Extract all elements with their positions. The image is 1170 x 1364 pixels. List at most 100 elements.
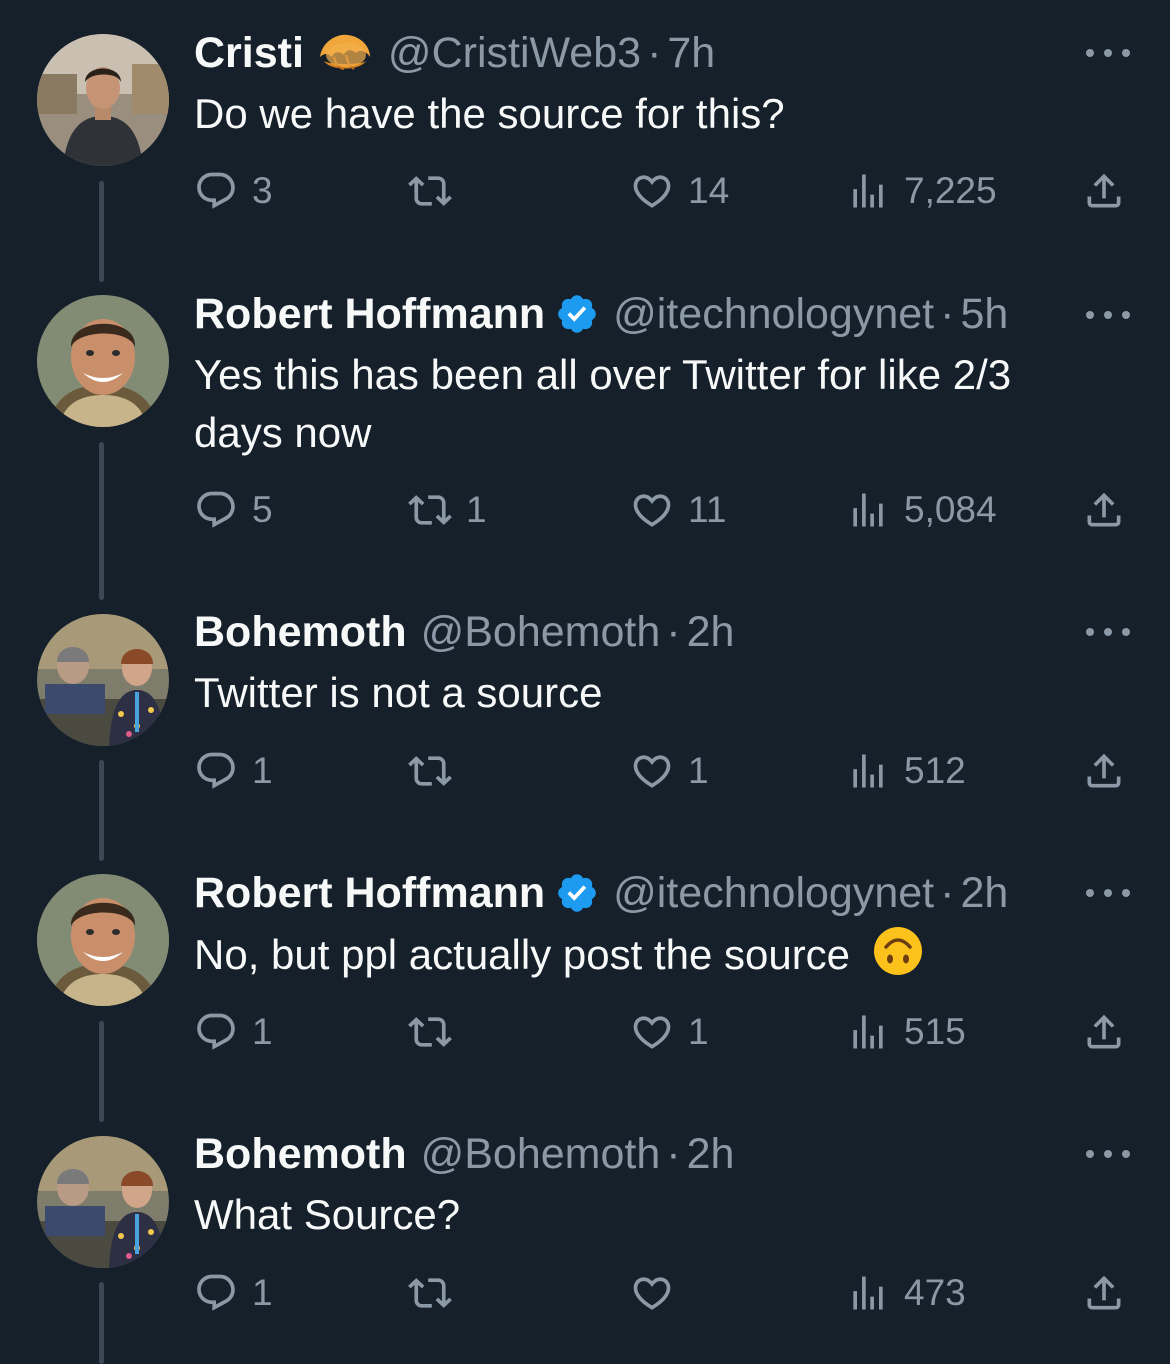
- author-handle[interactable]: @Bohemoth: [421, 1128, 661, 1180]
- tweet-header: Cristi @CristiWeb3 · 7h: [194, 27, 715, 79]
- tweet-header: Bohemoth @Bohemoth · 2h: [194, 1128, 734, 1180]
- thread-line: [99, 760, 104, 861]
- like-count: 11: [688, 489, 727, 530]
- views-button[interactable]: 515: [846, 1007, 966, 1057]
- share-button[interactable]: [1082, 485, 1126, 535]
- upside-down-face-emoji: [872, 925, 924, 977]
- views-chart-icon: [846, 749, 890, 793]
- views-chart-icon: [846, 488, 890, 532]
- author-name[interactable]: Robert Hoffmann: [194, 867, 545, 919]
- share-button[interactable]: [1082, 166, 1126, 216]
- separator-dot: ·: [940, 869, 955, 917]
- tweet-header: Robert Hoffmann @itechnologynet · 2h: [194, 867, 1008, 919]
- timestamp[interactable]: 7h: [667, 27, 715, 79]
- avatar[interactable]: [37, 1136, 169, 1268]
- author-handle[interactable]: @itechnologynet: [613, 288, 934, 340]
- views-button[interactable]: 7,225: [846, 166, 997, 216]
- author-handle[interactable]: @Bohemoth: [421, 606, 661, 658]
- tweet-text-container: No, but ppl actually post the source: [194, 925, 1114, 984]
- tweet-text: No, but ppl actually post the source: [194, 931, 851, 978]
- more-options-icon[interactable]: [1086, 622, 1130, 642]
- tweet-actions: 1 1 515: [194, 1007, 1134, 1057]
- croissant-emoji: [316, 27, 374, 79]
- verified-badge-icon[interactable]: [555, 871, 599, 915]
- retweet-icon: [408, 1271, 452, 1315]
- view-count: 7,225: [904, 170, 997, 211]
- timestamp[interactable]: 2h: [960, 867, 1008, 919]
- more-options-icon[interactable]: [1086, 1144, 1130, 1164]
- retweet-icon: [408, 488, 452, 532]
- separator-dot: ·: [647, 29, 662, 77]
- like-button[interactable]: [630, 1268, 688, 1318]
- thread-line: [99, 1021, 104, 1122]
- heart-icon: [630, 1271, 674, 1315]
- share-button[interactable]: [1082, 1007, 1126, 1057]
- like-count: 1: [688, 1011, 709, 1052]
- author-handle[interactable]: @CristiWeb3: [388, 27, 641, 79]
- reply-button[interactable]: 1: [194, 1268, 273, 1318]
- reply-button[interactable]: 1: [194, 746, 273, 796]
- avatar[interactable]: [37, 874, 169, 1006]
- avatar[interactable]: [37, 295, 169, 427]
- reply-icon: [194, 749, 238, 793]
- retweet-icon: [408, 169, 452, 213]
- thread-line: [99, 1282, 104, 1364]
- avatar[interactable]: [37, 614, 169, 746]
- reply-icon: [194, 488, 238, 532]
- view-count: 515: [904, 1011, 966, 1052]
- share-icon: [1082, 1010, 1126, 1054]
- more-options-icon[interactable]: [1086, 305, 1130, 325]
- like-button[interactable]: 11: [630, 485, 726, 535]
- tweet-text: Twitter is not a source: [194, 669, 603, 716]
- share-icon: [1082, 169, 1126, 213]
- tweet-actions: 1 473: [194, 1268, 1134, 1318]
- reply-button[interactable]: 5: [194, 485, 273, 535]
- author-name[interactable]: Cristi: [194, 27, 304, 79]
- heart-icon: [630, 169, 674, 213]
- avatar-image: [37, 874, 169, 1006]
- timestamp[interactable]: 2h: [687, 1128, 735, 1180]
- share-button[interactable]: [1082, 746, 1126, 796]
- thread-line: [99, 442, 104, 600]
- views-button[interactable]: 473: [846, 1268, 966, 1318]
- retweet-icon: [408, 749, 452, 793]
- like-button[interactable]: 1: [630, 1007, 709, 1057]
- retweet-button[interactable]: 1: [408, 485, 487, 535]
- like-button[interactable]: 1: [630, 746, 709, 796]
- avatar[interactable]: [37, 34, 169, 166]
- tweet-actions: 1 1 512: [194, 746, 1134, 796]
- author-name[interactable]: Bohemoth: [194, 1128, 407, 1180]
- views-button[interactable]: 512: [846, 746, 966, 796]
- reply-icon: [194, 169, 238, 213]
- author-name[interactable]: Robert Hoffmann: [194, 288, 545, 340]
- reply-button[interactable]: 1: [194, 1007, 273, 1057]
- like-button[interactable]: 14: [630, 166, 729, 216]
- retweet-button[interactable]: [408, 166, 466, 216]
- separator-dot: ·: [940, 290, 955, 338]
- author-name[interactable]: Bohemoth: [194, 606, 407, 658]
- timestamp[interactable]: 2h: [687, 606, 735, 658]
- reply-button[interactable]: 3: [194, 166, 273, 216]
- timestamp[interactable]: 5h: [960, 288, 1008, 340]
- retweet-icon: [408, 1010, 452, 1054]
- tweet-text: Do we have the source for this?: [194, 90, 785, 137]
- views-chart-icon: [846, 1010, 890, 1054]
- verified-badge-icon[interactable]: [555, 292, 599, 336]
- view-count: 512: [904, 750, 966, 791]
- views-button[interactable]: 5,084: [846, 485, 997, 535]
- retweet-button[interactable]: [408, 1268, 466, 1318]
- tweet-text: Yes this has been all over Twitter for l…: [194, 351, 1012, 456]
- more-options-icon[interactable]: [1086, 43, 1130, 63]
- reply-count: 1: [252, 750, 273, 791]
- retweet-button[interactable]: [408, 1007, 466, 1057]
- share-button[interactable]: [1082, 1268, 1126, 1318]
- heart-icon: [630, 749, 674, 793]
- reply-icon: [194, 1271, 238, 1315]
- retweet-button[interactable]: [408, 746, 466, 796]
- view-count: 473: [904, 1272, 966, 1313]
- avatar-image: [37, 1136, 169, 1268]
- heart-icon: [630, 488, 674, 532]
- author-handle[interactable]: @itechnologynet: [613, 867, 934, 919]
- reply-count: 1: [252, 1272, 273, 1313]
- more-options-icon[interactable]: [1086, 883, 1130, 903]
